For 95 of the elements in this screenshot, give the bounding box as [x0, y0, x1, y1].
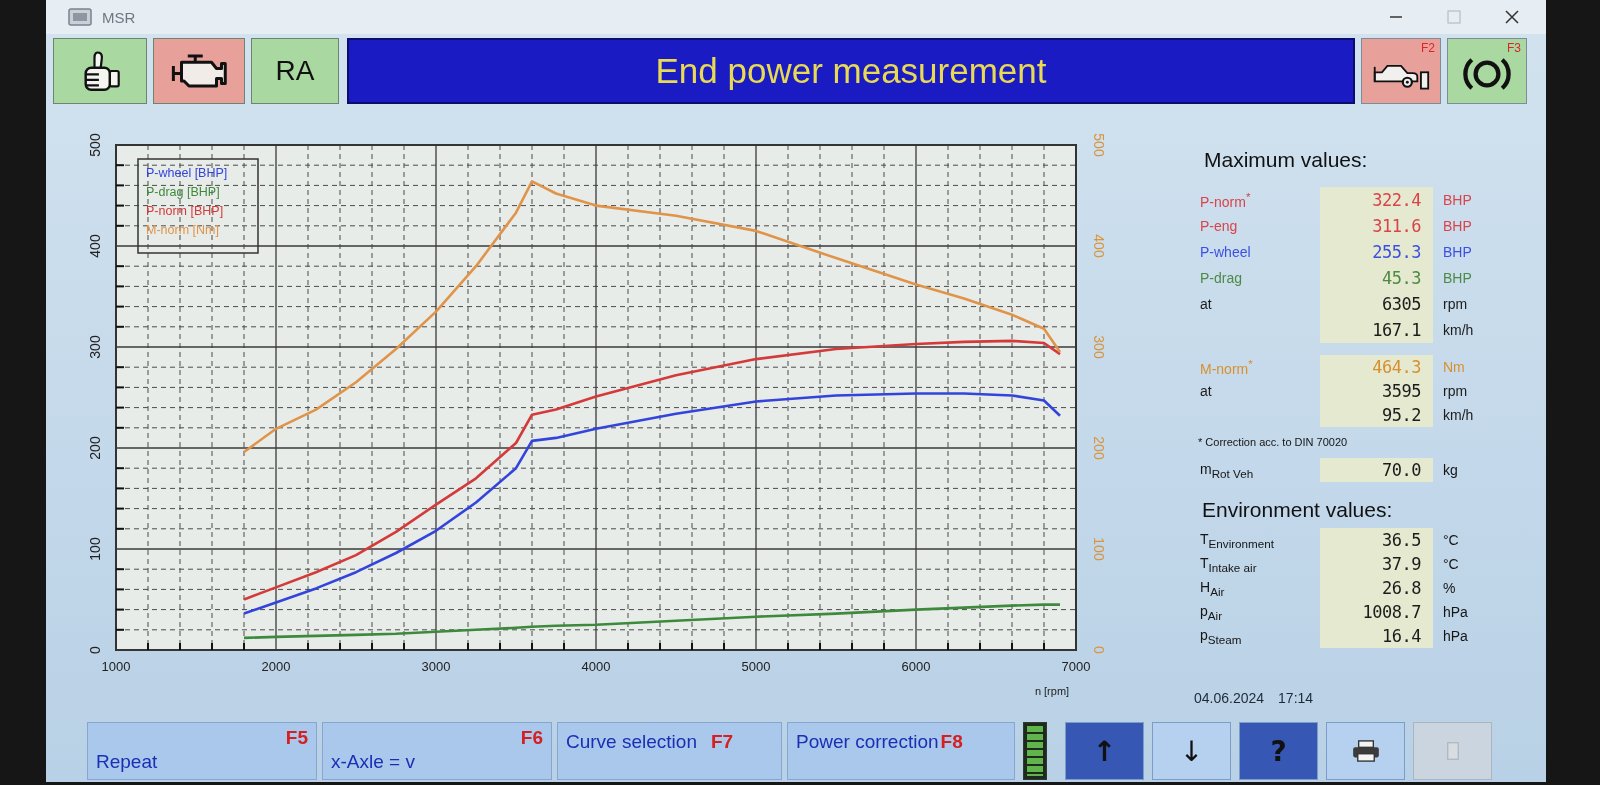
- key-hint: F3: [1507, 42, 1521, 55]
- legend-label: P-wheel [BHP]: [146, 166, 228, 180]
- close-icon[interactable]: [1504, 9, 1520, 25]
- key-hint: F5: [285, 727, 308, 749]
- function-key-button[interactable]: F6 x-Axle = v: [322, 722, 552, 780]
- value-display: 464.3: [1320, 355, 1433, 379]
- print-button[interactable]: [1326, 722, 1405, 780]
- value-display: 6305: [1320, 291, 1433, 317]
- app-icon: [68, 8, 92, 26]
- unit-label: kg: [1442, 462, 1458, 478]
- value-display: 45.3: [1320, 265, 1433, 291]
- page-title: End power measurement: [655, 51, 1047, 91]
- unit-label: km/h: [1442, 407, 1474, 423]
- legend-label: P-norm [BHP]: [146, 204, 224, 218]
- unit-label: BHP: [1442, 192, 1473, 208]
- value-label: at: [1199, 296, 1213, 312]
- key-hint: F8: [940, 731, 963, 753]
- axis-tick-label: 0: [1091, 646, 1108, 654]
- unit-label: °C: [1442, 532, 1460, 548]
- value-label: at: [1199, 383, 1213, 399]
- axis-tick-label: 6000: [901, 659, 931, 674]
- value-display: 26.8: [1320, 576, 1433, 600]
- value-display: 95.2: [1320, 403, 1433, 427]
- key-hint: F7: [710, 731, 734, 753]
- window-title: MSR: [102, 8, 136, 26]
- time-label: 17:14: [1278, 690, 1314, 706]
- axis-tick-label: 300: [86, 335, 103, 359]
- value-display: 36.5: [1320, 528, 1433, 552]
- unit-label: rpm: [1442, 383, 1469, 399]
- engine-button[interactable]: [153, 38, 245, 104]
- unit-label: BHP: [1442, 270, 1473, 286]
- footnote: * Correction acc. to DIN 70020: [1198, 435, 1348, 449]
- value-label: m$_{Rot Veh}$: [1199, 460, 1255, 480]
- value-label: M-norm$^{*}$: [1199, 357, 1254, 377]
- axis-title: n [rpm]: [1034, 685, 1070, 697]
- value-display: 311.6: [1320, 213, 1433, 239]
- brake-icon: [1463, 55, 1511, 93]
- unit-label: BHP: [1442, 218, 1473, 234]
- document-icon: [1446, 742, 1459, 760]
- value-label: P-drag: [1199, 270, 1244, 286]
- key-hint: F2: [1421, 42, 1435, 55]
- axis-tick-label: 500: [86, 133, 103, 157]
- mode-button[interactable]: RA: [251, 38, 339, 104]
- unit-label: km/h: [1442, 322, 1474, 338]
- value-display: 70.0: [1320, 458, 1433, 482]
- unit-label: hPa: [1442, 628, 1468, 644]
- axis-tick-label: 100: [1091, 537, 1108, 561]
- axis-tick-label: 1000: [101, 659, 131, 674]
- function-key-button[interactable]: F5 Repeat: [87, 722, 317, 780]
- section-title: Maximum values:: [1204, 147, 1368, 173]
- value-label: P-norm$^{*}$: [1199, 190, 1252, 210]
- date-label: 04.06.2024: [1194, 690, 1265, 706]
- axis-tick-label: 0: [86, 646, 103, 654]
- value-display: 322.4: [1320, 187, 1433, 213]
- brake-button[interactable]: F3: [1447, 38, 1527, 104]
- axis-tick-label: 100: [86, 537, 103, 561]
- unit-label: hPa: [1442, 604, 1468, 620]
- axis-tick-label: 3000: [421, 659, 451, 674]
- value-label: p$_{Air}$: [1199, 602, 1224, 622]
- axis-tick-label: 300: [1091, 335, 1108, 359]
- function-key-button[interactable]: Power correctionF8: [787, 722, 1015, 780]
- value-label: T$_{Environment}$: [1199, 530, 1275, 550]
- axis-tick-label: 4000: [581, 659, 611, 674]
- nav-button[interactable]: ↓: [1152, 722, 1231, 780]
- unit-label: rpm: [1442, 296, 1469, 312]
- value-display: 37.9: [1320, 552, 1433, 576]
- value-display: 255.3: [1320, 239, 1433, 265]
- unit-label: °C: [1442, 556, 1460, 572]
- value-label: P-eng: [1199, 218, 1239, 234]
- value-label: P-wheel: [1199, 244, 1252, 260]
- axis-tick-label: 2000: [261, 659, 291, 674]
- printer-icon: [1350, 740, 1381, 762]
- value-label: T$_{Intake air}$: [1199, 554, 1258, 574]
- axis-tick-label: 5000: [741, 659, 771, 674]
- unit-label: %: [1442, 580, 1457, 596]
- unit-label: BHP: [1442, 244, 1473, 260]
- axis-tick-label: 200: [86, 436, 103, 460]
- unit-label: Nm: [1442, 359, 1466, 375]
- axis-tick-label: 200: [1091, 436, 1108, 460]
- value-label: H$_{Air}$: [1199, 578, 1226, 598]
- value-display: 16.4: [1320, 624, 1433, 648]
- section-title: Environment values:: [1202, 497, 1393, 523]
- axis-tick-label: 500: [1091, 133, 1108, 157]
- value-display: 3595: [1320, 379, 1433, 403]
- value-display: 167.1: [1320, 317, 1433, 343]
- legend-label: M-norm [Nm]: [146, 223, 219, 237]
- value-display: 1008.7: [1320, 600, 1433, 624]
- axis-tick-label: 7000: [1061, 659, 1091, 674]
- function-key-button[interactable]: Curve selection F7: [557, 722, 782, 780]
- thumbs-up-button[interactable]: [53, 38, 147, 104]
- axis-tick-label: 400: [86, 234, 103, 258]
- value-label: p$_{Steam}$: [1199, 626, 1243, 646]
- axis-tick-label: 400: [1091, 234, 1108, 258]
- key-hint: F6: [520, 727, 543, 749]
- legend-label: P-drag [BHP]: [146, 185, 220, 199]
